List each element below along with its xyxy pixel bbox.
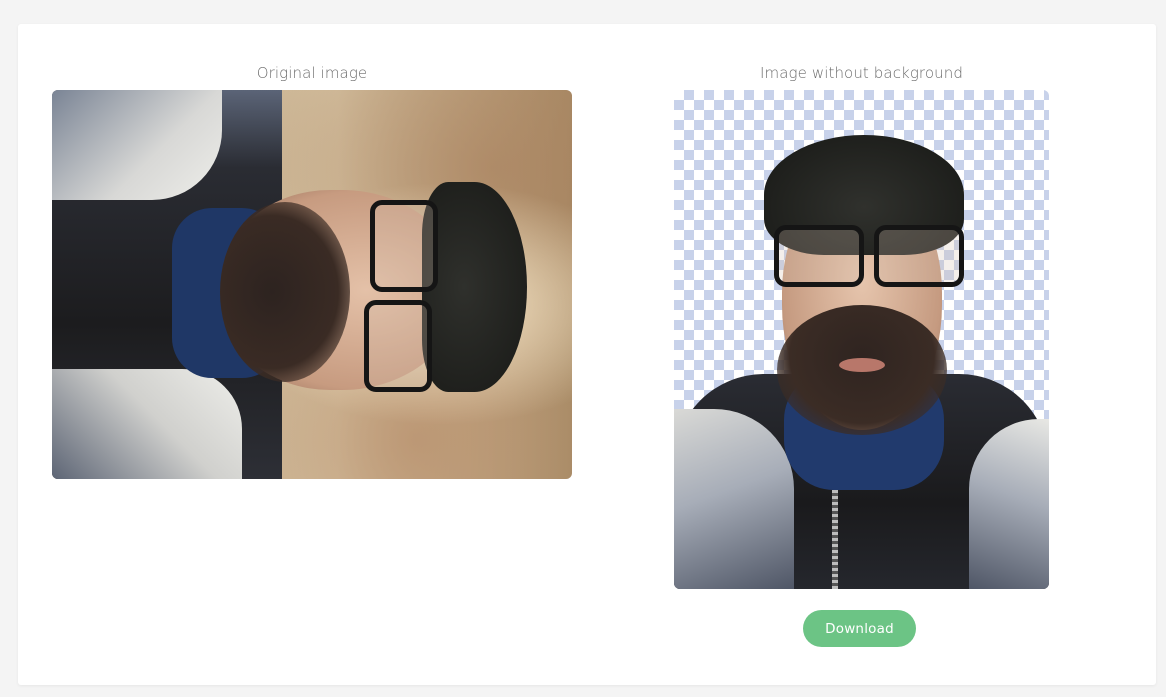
glasses-lens: [874, 225, 964, 287]
jacket-lining-top: [52, 90, 222, 200]
glasses-lens: [370, 200, 438, 292]
glasses-lens: [364, 300, 432, 392]
original-image-title: Original image: [256, 64, 368, 82]
mouth: [839, 358, 885, 372]
glasses: [774, 225, 969, 290]
image-without-background: [674, 90, 1049, 589]
result-image-title: Image without background: [760, 64, 963, 82]
zipper: [832, 490, 838, 589]
main-card: Original image Image without background …: [18, 24, 1156, 685]
jacket-lining-bottom: [52, 369, 242, 479]
glasses: [364, 200, 438, 392]
download-button[interactable]: Download: [803, 610, 916, 647]
original-image: [52, 90, 572, 479]
beard: [220, 202, 350, 382]
glasses-lens: [774, 225, 864, 287]
